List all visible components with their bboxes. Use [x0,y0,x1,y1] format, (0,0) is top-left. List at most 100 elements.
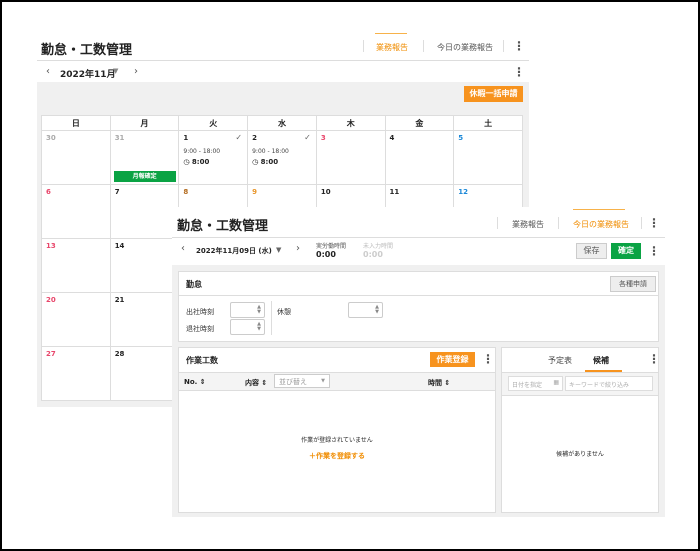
calendar-day[interactable]: 20 [41,292,111,347]
work-hours: ◷ 8:00 [183,158,243,166]
break-input[interactable]: ▲ ▼ [348,302,383,318]
calendar-day[interactable]: 3 [315,130,386,185]
confirm-button[interactable]: 確定 [611,243,641,259]
clock-icon: ◷ [252,158,259,166]
calendar-day[interactable]: 13 [41,238,111,293]
day-number: 30 [46,134,56,142]
tab-today-report[interactable]: 今日の業務報告 [573,219,629,230]
front-window: 勤怠・工数管理 業務報告 今日の業務報告 ⋮ ‹ 2022年11月09日 (水)… [172,207,665,517]
day-number: 3 [320,134,326,142]
prev-day-icon[interactable]: ‹ [181,243,185,254]
empty-candidates-message: 候補がありません [556,451,604,458]
bulk-leave-button[interactable]: 休暇一括申請 [464,86,523,102]
more-icon[interactable]: ⋮ [648,245,660,257]
day-number: 9 [252,188,257,196]
calendar-day[interactable]: 27 [41,346,111,401]
weekday: 水 [247,115,317,131]
tab-candidates[interactable]: 候補 [593,355,609,366]
tab-business-report[interactable]: 業務報告 [512,219,544,230]
day-number: 20 [46,296,56,304]
tab-schedule[interactable]: 予定表 [548,355,572,366]
calendar-day[interactable]: 2 ✓ 9:00 - 18:00 ◷ 8:00 [247,130,317,185]
actual-hours-label: 実労働時間 [316,243,347,250]
day-number: 10 [320,188,331,196]
day-number: 6 [46,188,51,196]
month-dropdown-icon[interactable]: ▼ [113,67,118,75]
clock-icon: ◷ [183,158,190,166]
day-number: 14 [114,242,125,250]
date-label: 2022年11月09日 (水) [196,247,272,255]
register-work-button[interactable]: 作業登録 [430,352,475,367]
work-title: 作業工数 [186,356,218,365]
save-button[interactable]: 保存 [576,243,607,259]
end-time-input[interactable]: ▲ ▼ [230,319,265,335]
actual-hours-value: 0:00 [316,250,336,259]
weekday: 火 [178,115,249,131]
col-time-label: 時間 [428,379,442,387]
check-icon: ✓ [235,133,243,142]
more-icon[interactable]: ⋮ [513,66,525,78]
day-number: 7 [114,188,120,196]
col-no[interactable]: No. ⇕ [184,378,206,386]
start-time-label: 出社時刻 [186,308,214,316]
more-icon[interactable]: ⋮ [482,353,494,365]
next-day-icon[interactable]: › [296,243,300,254]
calendar-day[interactable]: 7 [109,184,180,239]
day-number: 8 [183,188,189,196]
sort-placeholder: 並び替え [279,378,307,386]
day-number: 4 [389,134,395,142]
prev-month-icon[interactable]: ‹ [46,66,50,77]
work-card: 作業工数 作業登録 ⋮ No. ⇕ 内容 ⇕ 並び替え ▼ 時間 ⇕ 作業が登録さ… [178,347,496,513]
col-content[interactable]: 内容 ⇕ [245,378,267,388]
calendar-day[interactable]: 14 [109,238,180,293]
more-icon[interactable]: ⋮ [513,40,525,52]
weekday: 木 [315,115,386,131]
add-work-link[interactable]: ＋作業を登録する [179,451,495,461]
date-filter-input[interactable]: 日付を指定 ▦ [508,376,563,391]
day-number: 1 [183,134,189,142]
calendar-day[interactable]: 30 [41,130,111,185]
hours-value: 8:00 [260,158,279,166]
weekday: 金 [384,115,455,131]
month-label: 2022年11月 [60,70,116,80]
calendar-day[interactable]: 1 ✓ 9:00 - 18:00 ◷ 8:00 [178,130,249,185]
page-title: 勤怠・工数管理 [41,43,133,58]
keyword-filter-input[interactable]: キーワードで絞り込み [565,376,653,391]
calendar-day[interactable]: 31 月報確定 [109,130,180,185]
sort-select[interactable]: 並び替え ▼ [274,374,330,388]
tab-business-report[interactable]: 業務報告 [376,42,408,53]
monthly-confirmed-badge: 月報確定 [113,171,176,182]
calendar-day[interactable]: 5 [453,130,523,185]
end-time-label: 退社時刻 [186,325,214,333]
more-icon[interactable]: ⋮ [648,353,660,365]
calendar-day[interactable]: 6 [41,184,111,239]
hours-value: 8:00 [191,158,210,166]
tab-today-report[interactable]: 今日の業務報告 [437,42,493,53]
col-time[interactable]: 時間 ⇕ [428,378,450,388]
day-number: 2 [252,134,257,142]
day-number: 27 [46,350,56,358]
attendance-title: 勤怠 [186,280,202,289]
add-work-label: 作業を登録する [316,452,365,460]
calendar-icon: ▦ [553,379,559,386]
date-dropdown-icon[interactable]: ▼ [276,246,281,254]
calendar-day[interactable]: 28 [109,346,180,401]
date-placeholder: 日付を指定 [512,382,543,389]
work-time: 9:00 - 18:00 [183,148,221,155]
uninput-hours-label: 未入力時間 [363,243,394,250]
col-no-label: No. [184,378,198,386]
weekday-header: 日月火水木金土 [41,115,523,131]
calendar-week: 30 31 月報確定 1 ✓ 9:00 - 18:00 ◷ 8:00 2 ✓ 9:00 - 18:… [41,130,523,185]
calendar-day[interactable]: 4 [384,130,455,185]
day-number: 28 [114,350,125,358]
side-panel: 予定表 候補 ⋮ 日付を指定 ▦ キーワードで絞り込み 候補がありません [501,347,660,513]
calendar-day[interactable]: 21 [109,292,180,347]
start-time-input[interactable]: ▲ ▼ [230,302,265,318]
more-icon[interactable]: ⋮ [648,217,660,229]
apply-button[interactable]: 各種申請 [610,276,656,292]
next-month-icon[interactable]: › [134,66,138,77]
day-number: 12 [458,188,468,196]
uninput-hours-value: 0:00 [363,250,383,259]
page-title: 勤怠・工数管理 [177,219,269,234]
break-label: 休憩 [277,308,291,316]
